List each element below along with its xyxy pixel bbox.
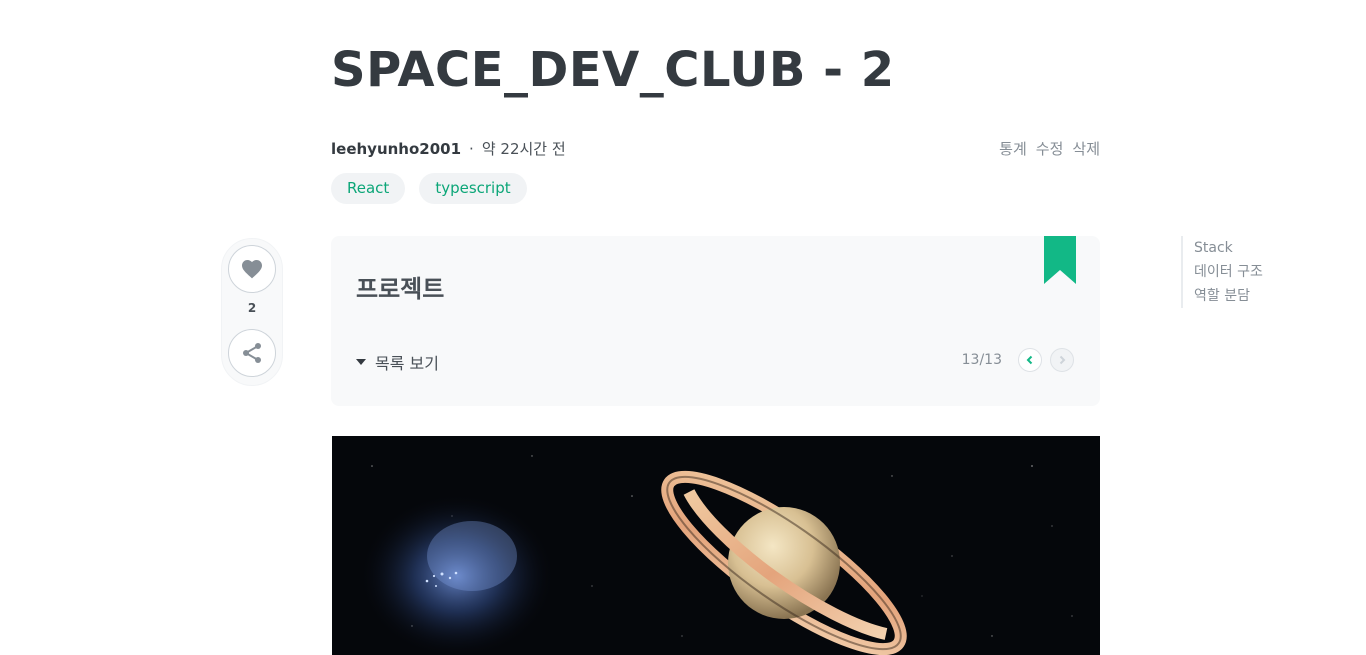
space-illustration	[332, 436, 1100, 655]
edit-button[interactable]: 수정	[1036, 138, 1064, 159]
share-icon	[243, 343, 261, 363]
tag-react[interactable]: React	[331, 173, 406, 204]
delete-button[interactable]: 삭제	[1072, 138, 1100, 159]
toc-item-stack[interactable]: Stack	[1194, 236, 1263, 260]
post-title: SPACE_DEV_CLUB - 2	[331, 42, 895, 98]
next-post-button[interactable]	[1050, 348, 1074, 372]
series-box: 프로젝트 목록 보기 13/13	[331, 236, 1100, 406]
tag-typescript[interactable]: typescript	[419, 173, 527, 204]
heart-icon	[242, 260, 262, 279]
series-list-toggle[interactable]: 목록 보기	[356, 350, 439, 374]
bookmark-icon	[1044, 236, 1076, 284]
stats-button[interactable]: 통계	[999, 138, 1027, 159]
chevron-right-icon	[1059, 355, 1066, 365]
author-link[interactable]: leehyunho2001	[331, 140, 461, 158]
post-meta: leehyunho2001 · 약 22시간 전	[331, 138, 566, 159]
caret-down-icon	[356, 359, 366, 365]
prev-post-button[interactable]	[1018, 348, 1042, 372]
side-action-bar: 2	[221, 238, 283, 386]
chevron-left-icon	[1026, 355, 1033, 365]
post-cover-image	[332, 436, 1100, 655]
share-button[interactable]	[228, 329, 276, 377]
toc-item-data-structure[interactable]: 데이터 구조	[1194, 260, 1263, 284]
meta-separator: ·	[469, 139, 474, 158]
series-position: 13/13	[961, 352, 1002, 368]
series-title[interactable]: 프로젝트	[356, 269, 444, 304]
like-count: 2	[247, 301, 257, 315]
tag-list: React typescript	[331, 173, 527, 204]
post-time: 약 22시간 전	[481, 140, 566, 158]
series-pager: 13/13	[962, 348, 1074, 372]
toggle-label: 목록 보기	[375, 354, 439, 373]
like-button[interactable]	[228, 245, 276, 293]
table-of-contents: Stack 데이터 구조 역할 분담	[1181, 236, 1263, 308]
toc-item-roles[interactable]: 역할 분담	[1194, 284, 1263, 308]
post-actions: 통계 수정 삭제	[999, 138, 1100, 159]
